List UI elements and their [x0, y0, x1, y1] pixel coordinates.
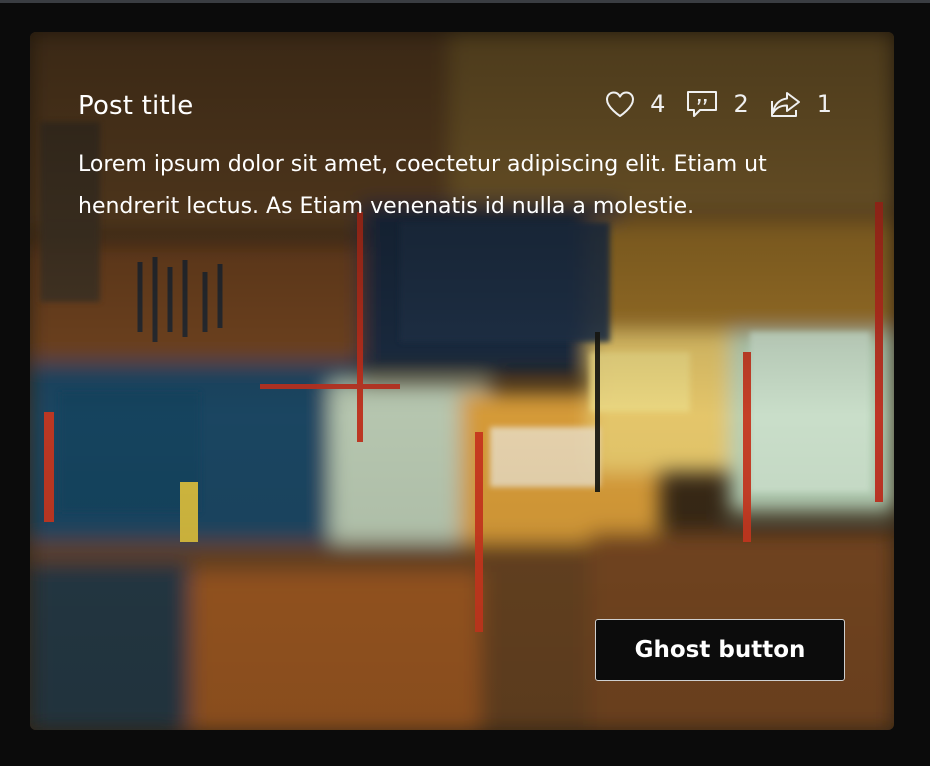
heart-icon — [604, 89, 636, 119]
like-count: 4 — [650, 90, 666, 118]
post-card: Post title 4 2 1 Lorem ipsum dolor sit a… — [30, 32, 894, 730]
window-top-strip — [0, 0, 930, 3]
comment-icon — [685, 89, 719, 119]
comment-stat[interactable]: 2 — [685, 89, 749, 119]
post-stats: 4 2 1 — [584, 84, 832, 124]
comment-count: 2 — [733, 90, 749, 118]
like-stat[interactable]: 4 — [604, 89, 665, 119]
ghost-button[interactable]: Ghost button — [595, 619, 845, 681]
post-title: Post title — [78, 91, 194, 121]
post-body-text: Lorem ipsum dolor sit amet, coectetur ad… — [78, 152, 767, 219]
share-icon — [769, 89, 803, 119]
share-count: 1 — [816, 90, 832, 118]
share-stat[interactable]: 1 — [769, 89, 832, 119]
